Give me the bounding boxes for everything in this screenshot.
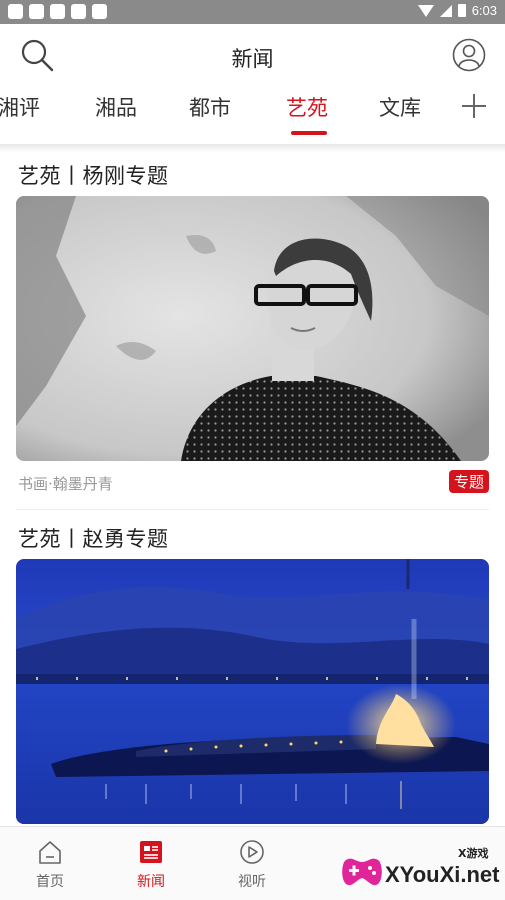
tab-wenku[interactable]: 文库 xyxy=(379,92,421,122)
tab-yiyuan[interactable]: 艺苑 xyxy=(286,92,328,122)
page-title: 新闻 xyxy=(231,47,274,71)
article-image-night-scene[interactable] xyxy=(16,559,489,824)
article-divider xyxy=(16,509,489,510)
play-icon xyxy=(240,840,264,864)
notification-icon xyxy=(71,4,86,19)
nav-media[interactable]: 视听 xyxy=(222,839,282,891)
article-source: 书画·翰墨丹青 xyxy=(18,475,113,493)
user-avatar-icon[interactable] xyxy=(452,38,486,72)
watermark-text: XYouXi.net xyxy=(385,862,500,887)
wifi-icon xyxy=(417,4,434,17)
add-tab-icon[interactable] xyxy=(461,93,487,119)
site-watermark: X游戏 XYouXi.net xyxy=(340,836,505,900)
watermark-small-text: X游戏 xyxy=(458,847,489,860)
app-header: 新闻 xyxy=(0,24,505,86)
news-icon xyxy=(140,841,162,863)
status-bar: 6:03 xyxy=(0,0,505,24)
signal-icon xyxy=(439,4,452,17)
nav-news-label: 新闻 xyxy=(137,874,165,890)
notification-icon xyxy=(92,4,107,19)
nav-news[interactable]: 新闻 xyxy=(121,839,181,891)
sync-icon xyxy=(29,4,44,19)
status-time: 6:03 xyxy=(471,3,497,18)
notification-icon xyxy=(50,4,65,19)
active-tab-indicator xyxy=(291,131,327,135)
notification-icon xyxy=(8,4,23,19)
notification-icons xyxy=(8,4,107,19)
tab-dushi[interactable]: 都市 xyxy=(189,92,231,122)
article-title-1[interactable]: 艺苑丨杨刚专题 xyxy=(18,160,169,190)
battery-icon xyxy=(457,4,466,17)
article-image-portrait[interactable] xyxy=(16,196,489,461)
nav-media-label: 视听 xyxy=(238,874,266,890)
tab-xiangping[interactable]: 湘评 xyxy=(0,92,40,122)
gamepad-logo-icon xyxy=(342,858,382,886)
topic-badge: 专题 xyxy=(448,470,489,493)
tab-xiangpin[interactable]: 湘品 xyxy=(95,92,137,122)
tabs-divider xyxy=(0,144,505,152)
nav-home-label: 首页 xyxy=(36,874,64,890)
category-tabs: 湘评 湘品 都市 艺苑 文库 xyxy=(0,86,505,144)
article-title-2[interactable]: 艺苑丨赵勇专题 xyxy=(18,523,169,553)
nav-home[interactable]: 首页 xyxy=(20,839,80,891)
home-icon xyxy=(39,841,61,864)
